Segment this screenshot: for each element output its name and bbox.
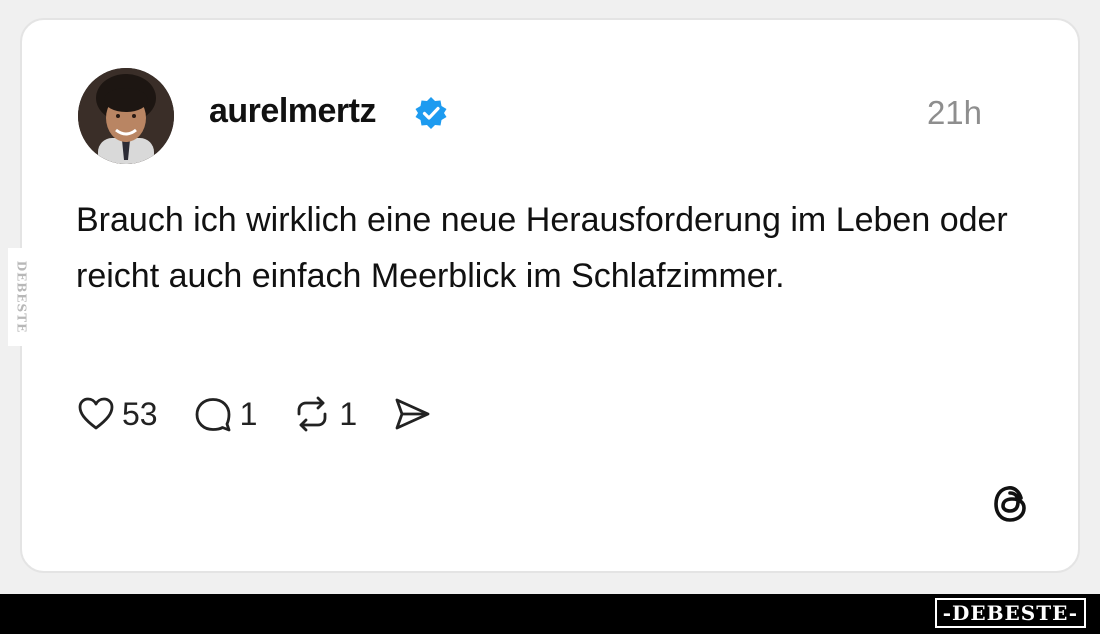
repost-count: 1 <box>339 395 358 432</box>
action-bar: 53 1 1 <box>76 392 467 436</box>
reply-button[interactable]: 1 <box>192 394 258 434</box>
username[interactable]: aurelmertz <box>209 92 376 131</box>
verified-badge-icon <box>415 97 447 129</box>
reply-count: 1 <box>239 395 258 432</box>
side-watermark: DEBESTE <box>8 248 34 346</box>
send-icon <box>395 398 430 430</box>
post-text: Brauch ich wirklich eine neue Herausford… <box>76 201 1008 295</box>
heart-icon <box>78 397 114 430</box>
post-timestamp: 21h <box>926 94 982 131</box>
share-button[interactable] <box>391 394 433 434</box>
footer-bar: -DEBESTE- <box>0 594 1100 634</box>
threads-logo-icon <box>994 486 1026 522</box>
brand-logo: -DEBESTE- <box>934 598 1086 628</box>
avatar[interactable] <box>78 68 174 164</box>
like-count: 53 <box>122 395 158 432</box>
side-watermark-text: DEBESTE <box>14 260 28 334</box>
repost-icon <box>297 396 327 432</box>
like-button[interactable]: 53 <box>76 394 158 434</box>
post-card: aurelmertz 21h Brauch ich wirklich eine … <box>20 18 1080 573</box>
repost-button[interactable]: 1 <box>291 394 357 434</box>
speech-bubble-icon <box>195 398 230 432</box>
